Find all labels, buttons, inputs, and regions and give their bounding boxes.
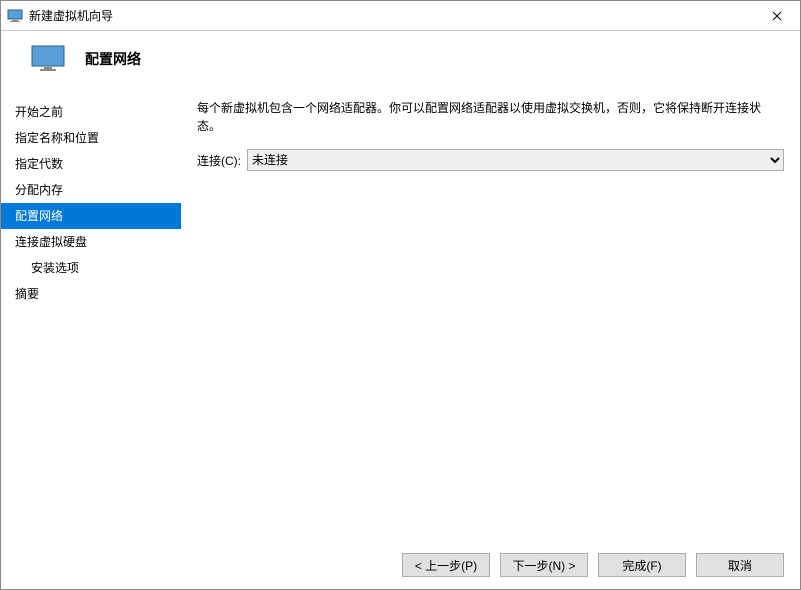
wizard-sidebar: 开始之前 指定名称和位置 指定代数 分配内存 配置网络 连接虚拟硬盘 安装选项 … [1, 91, 181, 541]
sidebar-item-generation[interactable]: 指定代数 [1, 151, 181, 177]
sidebar-item-configure-network[interactable]: 配置网络 [1, 203, 181, 229]
wizard-window: 新建虚拟机向导 配置网络 开始之前 指定名称和位置 指定代数 分配内存 配置网络… [0, 0, 801, 590]
sidebar-item-install-options[interactable]: 安装选项 [1, 255, 181, 281]
sidebar-item-connect-vhd[interactable]: 连接虚拟硬盘 [1, 229, 181, 255]
close-icon [772, 11, 782, 21]
wizard-content: 每个新虚拟机包含一个网络适配器。你可以配置网络适配器以使用虚拟交换机，否则，它将… [181, 91, 800, 541]
close-button[interactable] [754, 1, 800, 31]
sidebar-item-assign-memory[interactable]: 分配内存 [1, 177, 181, 203]
wizard-footer: < 上一步(P) 下一步(N) > 完成(F) 取消 [1, 541, 800, 589]
connection-field: 连接(C): 未连接 [197, 149, 784, 171]
connection-label: 连接(C): [197, 152, 241, 169]
content-description: 每个新虚拟机包含一个网络适配器。你可以配置网络适配器以使用虚拟交换机，否则，它将… [197, 99, 784, 135]
wizard-body: 开始之前 指定名称和位置 指定代数 分配内存 配置网络 连接虚拟硬盘 安装选项 … [1, 91, 800, 541]
sidebar-item-before-begin[interactable]: 开始之前 [1, 99, 181, 125]
back-button[interactable]: < 上一步(P) [402, 553, 490, 577]
title-left: 新建虚拟机向导 [7, 7, 113, 24]
connection-select[interactable]: 未连接 [247, 149, 784, 171]
header-icon [31, 45, 65, 73]
page-title: 配置网络 [85, 49, 141, 69]
sidebar-item-name-location[interactable]: 指定名称和位置 [1, 125, 181, 151]
cancel-button[interactable]: 取消 [696, 553, 784, 577]
titlebar: 新建虚拟机向导 [1, 1, 800, 31]
finish-button[interactable]: 完成(F) [598, 553, 686, 577]
next-button[interactable]: 下一步(N) > [500, 553, 588, 577]
app-icon [7, 8, 23, 24]
wizard-header: 配置网络 [1, 31, 800, 91]
window-title: 新建虚拟机向导 [29, 7, 113, 24]
sidebar-item-summary[interactable]: 摘要 [1, 281, 181, 307]
